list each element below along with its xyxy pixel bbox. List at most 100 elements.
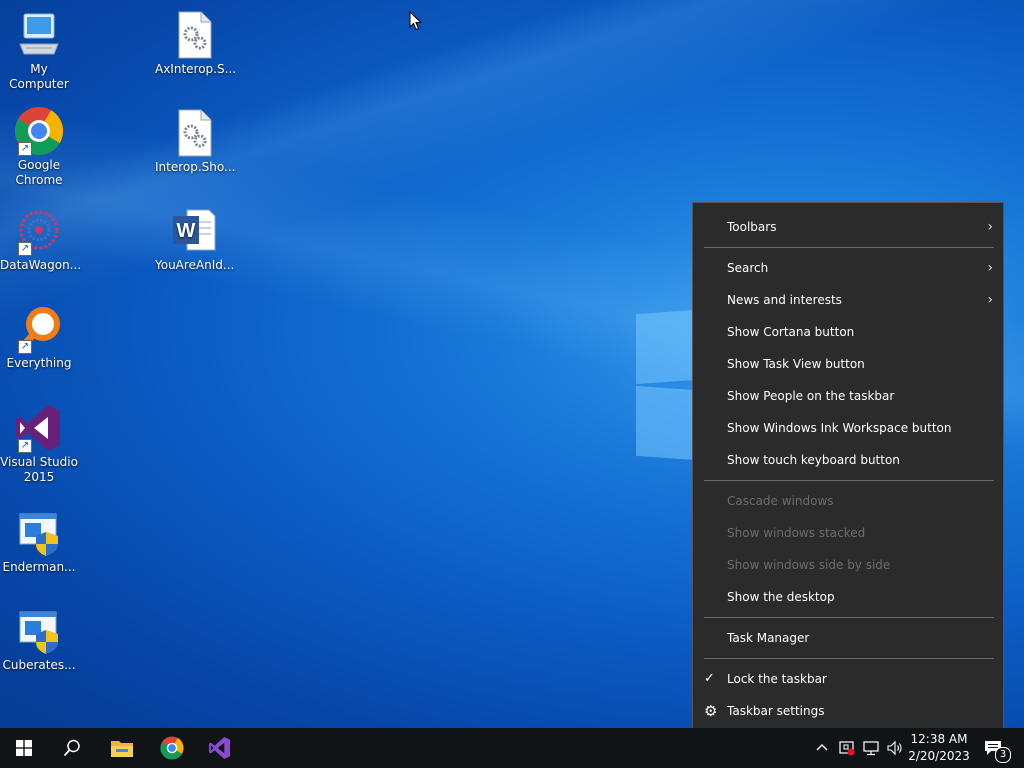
gear-icon: ⚙ xyxy=(704,702,718,720)
everything-search-icon: ↗ xyxy=(14,304,64,354)
menu-item-label: News and interests xyxy=(727,293,842,307)
tray-volume-icon[interactable] xyxy=(884,728,906,768)
menu-separator xyxy=(704,480,994,481)
action-center-button[interactable]: 3 xyxy=(978,728,1011,768)
visual-studio-icon: ↗ xyxy=(14,403,64,453)
desktop-icon-label: AxInterop.S... xyxy=(155,62,237,76)
desktop-icon-datawagon[interactable]: ↗ DataWagon... xyxy=(0,206,82,273)
menu-item-show-the-desktop[interactable]: Show the desktop xyxy=(693,583,1003,611)
desktop-icon-label: Enderman... xyxy=(2,560,76,574)
visual-studio-icon xyxy=(208,736,231,760)
clock-date: 2/20/2023 xyxy=(908,749,970,763)
show-hidden-icons-button[interactable] xyxy=(812,728,832,768)
dll-file-icon xyxy=(169,10,219,60)
menu-item-label: Toolbars xyxy=(727,220,777,234)
desktop-icon-my-computer[interactable]: My Computer xyxy=(0,10,78,92)
folder-icon xyxy=(111,741,133,757)
taskbar-file-explorer[interactable] xyxy=(98,728,146,768)
windows-start-icon xyxy=(16,740,32,756)
desktop-icon-label: Cuberates... xyxy=(2,658,76,672)
taskbar-google-chrome[interactable] xyxy=(148,728,196,768)
taskbar-clock[interactable]: 12:38 AM 2/20/2023 xyxy=(906,731,972,765)
dll-file-icon xyxy=(169,108,219,158)
menu-separator xyxy=(704,247,994,248)
taskbar-visual-studio[interactable] xyxy=(196,728,244,768)
menu-item-label: Show the desktop xyxy=(727,590,835,604)
chevron-up-icon xyxy=(816,744,828,751)
menu-item-show-windows-side-by-side: Show windows side by side xyxy=(693,551,1003,579)
desktop-icon-label: Google Chrome xyxy=(15,158,63,187)
desktop-icon-label: My Computer xyxy=(9,62,69,91)
desktop-icon-axinterop[interactable]: AxInterop.S... xyxy=(155,10,237,77)
desktop-icon-word-document[interactable]: W YouAreAnId... xyxy=(155,206,235,273)
menu-item-show-touch-keyboard[interactable]: Show touch keyboard button xyxy=(693,446,1003,474)
desktop-icon-enderman[interactable]: Enderman... xyxy=(0,508,78,575)
desktop-icon-label: DataWagon... xyxy=(0,258,82,272)
shortcut-arrow-icon: ↗ xyxy=(18,242,32,256)
desktop-icon-label: Interop.Sho... xyxy=(155,160,236,174)
computer-icon xyxy=(14,10,64,60)
menu-item-show-windows-stacked: Show windows stacked xyxy=(693,519,1003,547)
search-icon xyxy=(63,739,80,757)
desktop-icon-google-chrome[interactable]: ↗ Google Chrome xyxy=(0,106,78,188)
chevron-right-icon: › xyxy=(987,260,993,276)
menu-item-label: Lock the taskbar xyxy=(727,672,827,686)
desktop-icon-cuberates[interactable]: Cuberates... xyxy=(0,606,78,673)
menu-item-label: Show windows side by side xyxy=(727,558,891,572)
menu-item-cascade-windows: Cascade windows xyxy=(693,487,1003,515)
shortcut-arrow-icon: ↗ xyxy=(18,142,32,156)
menu-item-show-task-view-button[interactable]: Show Task View button xyxy=(693,350,1003,378)
chevron-right-icon: › xyxy=(987,292,993,308)
mouse-cursor-icon xyxy=(409,11,423,31)
menu-item-taskbar-settings[interactable]: ⚙ Taskbar settings xyxy=(693,697,1003,725)
menu-separator xyxy=(704,617,994,618)
desktop-icon-label: Visual Studio 2015 xyxy=(0,455,78,484)
menu-item-lock-the-taskbar[interactable]: ✓ Lock the taskbar xyxy=(693,665,1003,693)
menu-item-label: Show touch keyboard button xyxy=(727,453,900,467)
installer-shield-icon xyxy=(14,508,64,558)
menu-item-show-people[interactable]: Show People on the taskbar xyxy=(693,382,1003,410)
menu-item-show-ink-workspace[interactable]: Show Windows Ink Workspace button xyxy=(693,414,1003,442)
menu-item-label: Task Manager xyxy=(727,631,810,645)
tray-security-icon[interactable] xyxy=(836,728,858,768)
chrome-icon xyxy=(160,736,184,760)
menu-item-search[interactable]: Search › xyxy=(693,254,1003,282)
desktop-icon-label: YouAreAnId... xyxy=(155,258,235,272)
desktop-icon-visual-studio[interactable]: ↗ Visual Studio 2015 xyxy=(0,403,78,485)
menu-item-show-cortana-button[interactable]: Show Cortana button xyxy=(693,318,1003,346)
menu-item-task-manager[interactable]: Task Manager xyxy=(693,624,1003,652)
taskbar-search-button[interactable] xyxy=(48,728,96,768)
menu-item-label: Show Cortana button xyxy=(727,325,855,339)
menu-item-toolbars[interactable]: Toolbars › xyxy=(693,213,1003,241)
menu-item-label: Search xyxy=(727,261,769,275)
shortcut-arrow-icon: ↗ xyxy=(18,439,32,453)
tray-network-icon[interactable] xyxy=(860,728,882,768)
checkmark-icon: ✓ xyxy=(704,671,715,686)
notification-count-badge: 3 xyxy=(995,747,1011,763)
wallpaper-windows-logo xyxy=(636,309,696,385)
chrome-icon: ↗ xyxy=(14,106,64,156)
menu-item-label: Show Windows Ink Workspace button xyxy=(727,421,952,435)
desktop-icon-interop-shell[interactable]: Interop.Sho... xyxy=(155,108,236,175)
menu-item-news-and-interests[interactable]: News and interests › xyxy=(693,286,1003,314)
installer-shield-icon xyxy=(14,606,64,656)
menu-separator xyxy=(704,658,994,659)
menu-item-label: Taskbar settings xyxy=(727,704,825,718)
desktop-icon-label: Everything xyxy=(6,356,72,370)
shield-warning-icon xyxy=(839,741,855,756)
taskbar[interactable]: 12:38 AM 2/20/2023 3 xyxy=(0,728,1024,768)
menu-item-label: Show Task View button xyxy=(727,357,865,371)
desktop-icon-everything[interactable]: ↗ Everything xyxy=(0,304,78,371)
speaker-icon xyxy=(887,740,902,756)
menu-item-label: Show People on the taskbar xyxy=(727,389,895,403)
taskbar-context-menu: Toolbars › Search › News and interests ›… xyxy=(692,202,1004,734)
datawagon-icon: ↗ xyxy=(14,206,64,256)
clock-time: 12:38 AM xyxy=(910,732,968,746)
wallpaper-windows-logo xyxy=(636,385,696,461)
start-button[interactable] xyxy=(0,728,48,768)
word-document-icon: W xyxy=(169,206,219,256)
shortcut-arrow-icon: ↗ xyxy=(18,340,32,354)
menu-item-label: Show windows stacked xyxy=(727,526,866,540)
network-icon xyxy=(863,741,879,756)
menu-item-label: Cascade windows xyxy=(727,494,834,508)
